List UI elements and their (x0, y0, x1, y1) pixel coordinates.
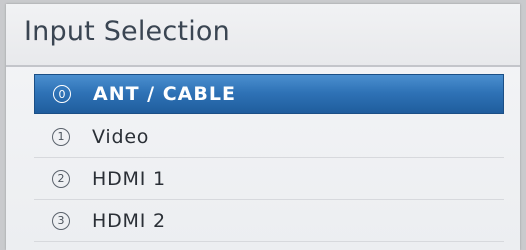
input-list: 0 ANT / CABLE 1 Video 2 HDMI 1 3 HDMI 2 (34, 74, 504, 242)
input-label: Video (92, 125, 150, 148)
input-item-hdmi-2[interactable]: 3 HDMI 2 (34, 200, 504, 242)
input-item-hdmi-1[interactable]: 2 HDMI 1 (34, 158, 504, 200)
input-label: HDMI 2 (92, 209, 166, 232)
number-3-icon: 3 (52, 211, 70, 230)
screen-frame: Input Selection 0 ANT / CABLE 1 Video 2 … (0, 0, 526, 250)
title-bar: Input Selection (6, 4, 520, 67)
page-title: Input Selection (24, 16, 230, 47)
number-1-icon: 1 (52, 127, 70, 146)
input-selection-panel: Input Selection 0 ANT / CABLE 1 Video 2 … (6, 4, 520, 250)
input-item-video[interactable]: 1 Video (34, 116, 504, 158)
input-label: HDMI 1 (92, 167, 166, 190)
number-2-icon: 2 (52, 169, 70, 188)
input-item-ant-cable[interactable]: 0 ANT / CABLE (34, 74, 504, 114)
number-0-icon: 0 (53, 85, 71, 103)
input-label: ANT / CABLE (93, 83, 236, 105)
